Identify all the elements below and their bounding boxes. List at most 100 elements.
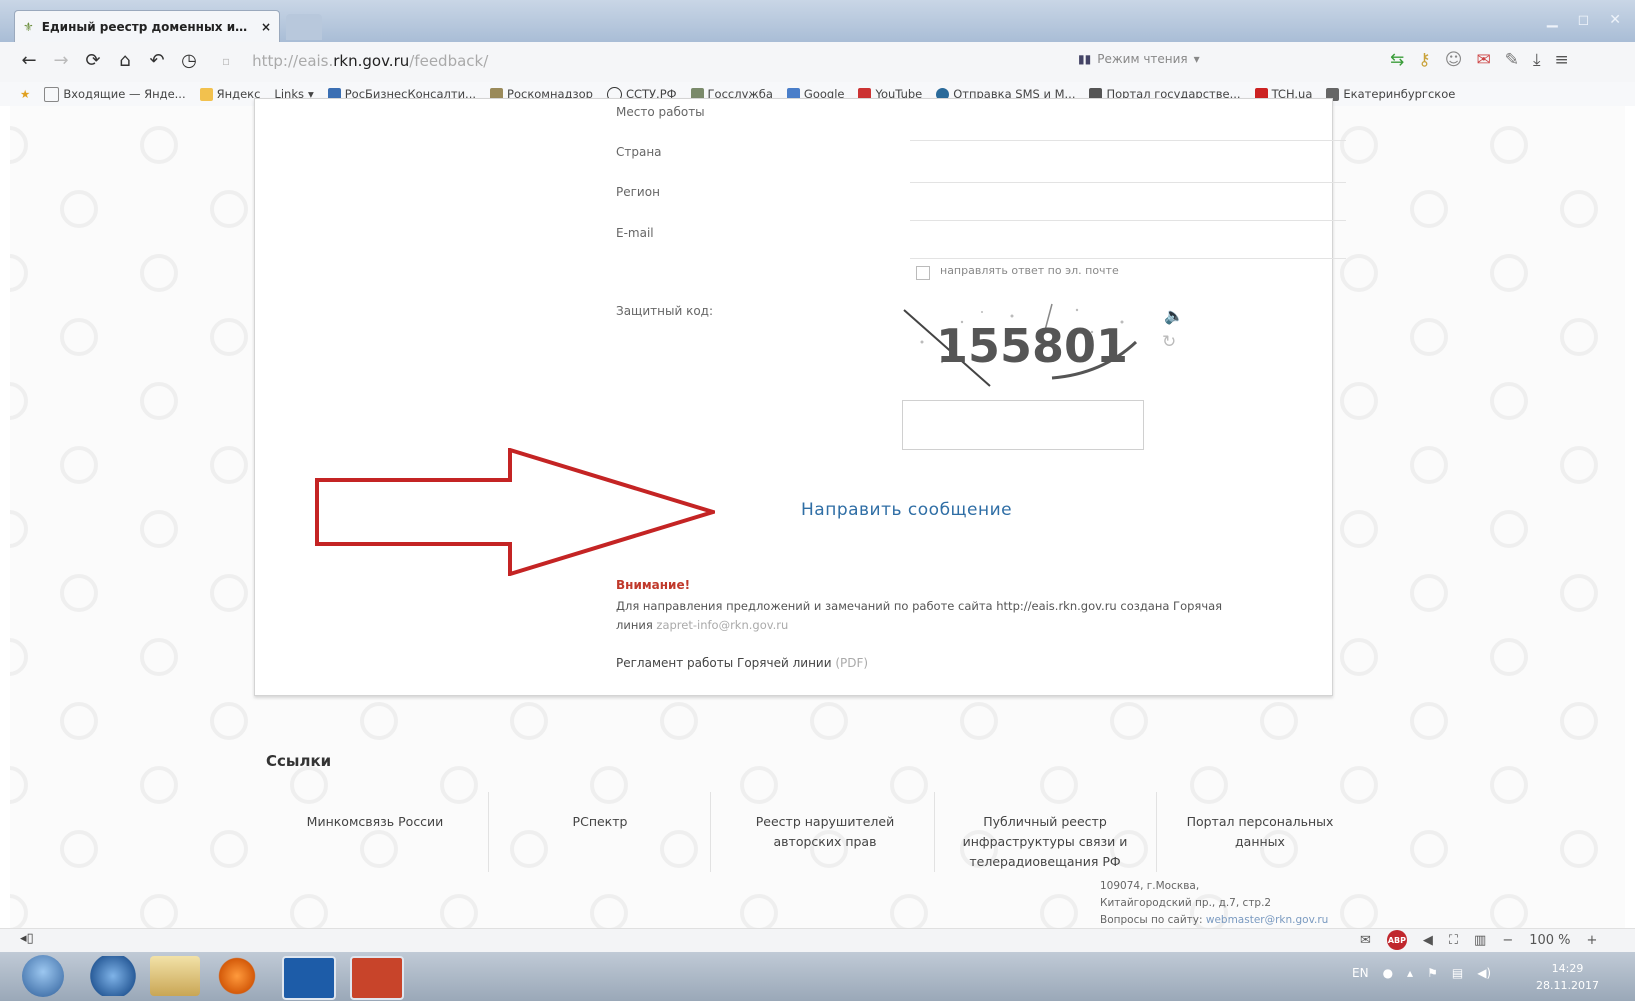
watermark-tile: [1552, 310, 1606, 364]
watermark-tile: [802, 694, 856, 748]
clock-time: 14:29: [1551, 962, 1584, 975]
send-message-button[interactable]: Направить сообщение: [801, 500, 1012, 520]
hotline-regulation-link[interactable]: Регламент работы Горячей линии (PDF): [616, 656, 868, 670]
hotline-email-link[interactable]: zapret-info@rkn.gov.ru: [656, 618, 788, 632]
mail-notify-icon[interactable]: ✉: [1360, 933, 1371, 948]
pen-icon[interactable]: ✎: [1505, 50, 1519, 70]
minimize-icon[interactable]: ▁: [1547, 12, 1558, 28]
address-bar[interactable]: ▫ http://eais.rkn.gov.ru/feedback/: [222, 48, 1222, 74]
webmaster-email-link[interactable]: webmaster@rkn.gov.ru: [1206, 914, 1328, 926]
captcha-input[interactable]: [902, 400, 1144, 450]
user-icon[interactable]: ☺: [1445, 50, 1463, 70]
language-indicator[interactable]: EN: [1352, 966, 1369, 980]
start-button[interactable]: [22, 955, 64, 997]
bookmark-item[interactable]: Екатеринбургское: [1326, 87, 1455, 101]
footer-address: 109074, г.Москва, Китайгородский пр., д.…: [1100, 880, 1329, 926]
footer-link-personal-data-portal[interactable]: Портал персональных данных: [1170, 812, 1350, 852]
captcha-audio-icon[interactable]: 🔈: [1164, 306, 1184, 325]
watermark-emblem-icon: [732, 758, 786, 812]
watermark-emblem-icon: [882, 758, 936, 812]
home-icon[interactable]: ⌂: [114, 50, 136, 72]
footer-link-rspektr[interactable]: РСпектр: [520, 812, 680, 832]
watermark-emblem-icon: [10, 886, 36, 928]
volume-icon[interactable]: ◀: [1423, 933, 1433, 948]
footer-link-infrastructure-registry[interactable]: Публичный реестр инфраструктуры связи и …: [948, 812, 1142, 872]
mail-icon[interactable]: ✉: [1476, 50, 1490, 70]
reply-by-email-label: направлять ответ по эл. почте: [940, 264, 1119, 277]
watermark-tile: [1552, 438, 1606, 492]
watermark-emblem-icon: [1102, 694, 1156, 748]
tray-chevron-icon[interactable]: ▴: [1407, 966, 1413, 980]
watermark-emblem-icon: [1402, 438, 1456, 492]
reload-icon[interactable]: ⟳: [82, 50, 104, 72]
back-icon[interactable]: ←: [18, 50, 40, 72]
footer-link-copyright-registry[interactable]: Реестр нарушителей авторских прав: [740, 812, 910, 852]
fullscreen-icon[interactable]: ⛶: [1449, 933, 1458, 948]
zoom-level[interactable]: 100 %: [1529, 933, 1570, 948]
watermark-emblem-icon: [132, 758, 186, 812]
tray-app-icon[interactable]: ●: [1383, 966, 1393, 980]
powerpoint-icon[interactable]: [350, 956, 404, 1000]
key-icon[interactable]: ⚷: [1418, 50, 1430, 70]
email-input[interactable]: [910, 258, 1346, 259]
taskbar-clock[interactable]: 14:29 28.11.2017: [1536, 960, 1599, 994]
watermark-emblem-icon: [1252, 694, 1306, 748]
file-explorer-icon[interactable]: [150, 956, 200, 996]
sidebar-toggle-icon[interactable]: ◂▯: [20, 931, 34, 946]
maxthon-browser-icon[interactable]: [282, 956, 336, 1000]
tab-close-icon[interactable]: ×: [261, 20, 271, 34]
reading-mode-button[interactable]: ▮▮ Режим чтения ▾: [1078, 52, 1200, 66]
captcha-refresh-icon[interactable]: ↻: [1162, 332, 1176, 352]
zoom-out-icon[interactable]: −: [1502, 933, 1513, 948]
watermark-tile: [10, 758, 36, 812]
undo-close-icon[interactable]: ↶: [146, 50, 168, 72]
country-label: Страна: [616, 145, 662, 159]
action-center-icon[interactable]: ⚑: [1427, 966, 1438, 980]
forward-icon[interactable]: →: [50, 50, 72, 72]
bookmark-item[interactable]: Яндекс: [199, 87, 260, 101]
watermark-emblem-icon: [202, 694, 256, 748]
history-icon[interactable]: ◷: [178, 50, 200, 72]
internet-explorer-icon[interactable]: [88, 956, 138, 996]
bookmark-item[interactable]: Входящие — Янде...: [44, 86, 186, 102]
page-info-icon[interactable]: ▫: [222, 54, 230, 68]
new-tab-button[interactable]: [286, 14, 322, 40]
watermark-tile: [1402, 822, 1456, 876]
watermark-emblem-icon: [1032, 758, 1086, 812]
watermark-tile: [1482, 630, 1536, 684]
watermark-emblem-icon: [1032, 886, 1086, 928]
close-window-icon[interactable]: ✕: [1609, 12, 1621, 28]
watermark-emblem-icon: [10, 374, 36, 428]
browser-tab[interactable]: ⚜ Единый реестр доменных им... ×: [14, 10, 280, 42]
sync-icon[interactable]: ⇆: [1390, 50, 1404, 70]
watermark-emblem-icon: [432, 886, 486, 928]
adblock-icon[interactable]: ABP: [1386, 930, 1407, 950]
star-icon[interactable]: ★: [20, 87, 30, 101]
watermark-emblem-icon: [10, 758, 36, 812]
watermark-emblem-icon: [202, 310, 256, 364]
watermark-emblem-icon: [1332, 630, 1386, 684]
email-label: E-mail: [616, 226, 654, 240]
country-input[interactable]: [910, 182, 1346, 183]
watermark-emblem-icon: [1482, 246, 1536, 300]
footer-link-minkomsvyaz[interactable]: Минкомсвязь России: [286, 812, 464, 832]
reply-by-email-checkbox[interactable]: [916, 266, 930, 280]
footer-divider: [710, 792, 711, 872]
watermark-tile: [502, 694, 556, 748]
watermark-emblem-icon: [352, 694, 406, 748]
download-icon[interactable]: ⤓: [1533, 50, 1541, 70]
zoom-in-icon[interactable]: +: [1587, 933, 1598, 948]
region-input[interactable]: [910, 220, 1346, 221]
watermark-tile: [1102, 694, 1156, 748]
media-player-icon[interactable]: [212, 956, 262, 996]
menu-icon[interactable]: ≡: [1554, 50, 1568, 70]
watermark-tile: [52, 566, 106, 620]
watermark-emblem-icon: [1402, 694, 1456, 748]
columns-icon[interactable]: ▥: [1474, 933, 1486, 948]
speaker-icon[interactable]: ◀): [1477, 966, 1491, 980]
maximize-icon[interactable]: ◻: [1578, 12, 1590, 28]
watermark-emblem-icon: [882, 886, 936, 928]
watermark-tile: [1332, 118, 1386, 172]
work-input[interactable]: [910, 140, 1346, 141]
network-icon[interactable]: ▤: [1452, 966, 1463, 980]
